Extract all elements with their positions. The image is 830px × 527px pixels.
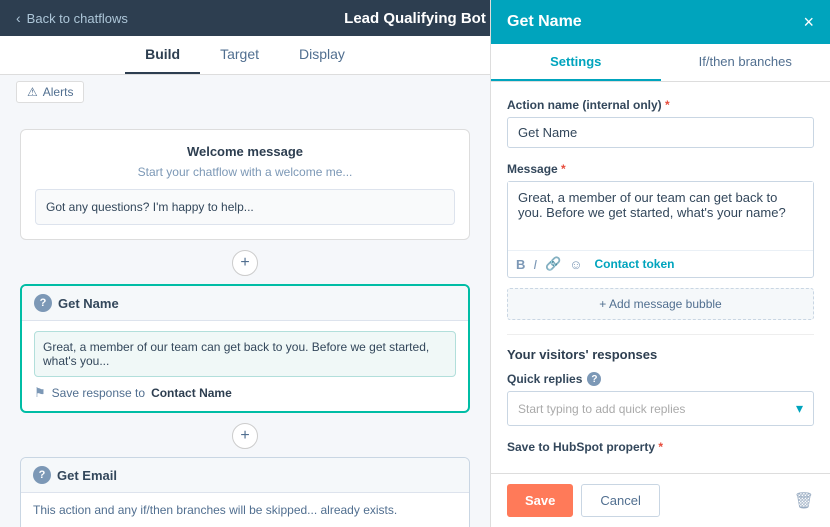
- alerts-bar: ⚠ Alerts: [0, 75, 490, 109]
- save-response-label: Save response to: [52, 386, 145, 400]
- panel-title: Get Name: [507, 13, 582, 31]
- get-email-body: This action and any if/then branches wil…: [21, 493, 469, 527]
- required-star-1: *: [665, 98, 670, 112]
- action-name-input[interactable]: [507, 117, 814, 148]
- required-star-3: *: [658, 440, 663, 454]
- add-bubble-button[interactable]: + Add message bubble: [507, 288, 814, 320]
- back-label: Back to chatflows: [27, 11, 128, 26]
- panel-body: Action name (internal only) * Message * …: [491, 82, 830, 473]
- alert-icon: ⚠: [27, 85, 38, 99]
- get-email-header: ? Get Email: [21, 458, 469, 493]
- add-step-button-2[interactable]: +: [20, 423, 470, 449]
- get-name-body: Great, a member of our team can get back…: [22, 321, 468, 411]
- save-response-row: ⚑ Save response to Contact Name: [34, 385, 456, 401]
- close-button[interactable]: ×: [803, 13, 814, 31]
- panel-header: Get Name ×: [491, 0, 830, 44]
- back-to-chatflows-button[interactable]: ‹ Back to chatflows: [16, 10, 128, 26]
- get-name-card[interactable]: ? Get Name Great, a member of our team c…: [20, 284, 470, 413]
- get-email-title: Get Email: [57, 468, 117, 483]
- visitors-responses-title: Your visitors' responses: [507, 347, 814, 362]
- link-icon[interactable]: 🔗: [545, 256, 561, 272]
- quick-replies-label: Quick replies ?: [507, 372, 814, 386]
- question-icon-2: ?: [33, 466, 51, 484]
- required-star-2: *: [561, 162, 566, 176]
- bold-icon[interactable]: B: [516, 257, 525, 272]
- tab-target[interactable]: Target: [200, 36, 279, 74]
- action-name-label: Action name (internal only) *: [507, 98, 814, 112]
- get-name-title: Get Name: [58, 296, 119, 311]
- dropdown-arrow-icon: ▾: [796, 400, 803, 417]
- panel-footer: Save Cancel 🗑: [491, 473, 830, 527]
- flag-icon: ⚑: [34, 385, 46, 401]
- message-textarea-wrapper: Great, a member of our team can get back…: [507, 181, 814, 278]
- contact-name-badge: Contact Name: [151, 386, 232, 400]
- tab-ifthen[interactable]: If/then branches: [661, 44, 830, 81]
- flow-content: Welcome message Start your chatflow with…: [0, 109, 490, 527]
- panel-tabs: Settings If/then branches: [491, 44, 830, 82]
- welcome-card[interactable]: Welcome message Start your chatflow with…: [20, 129, 470, 240]
- help-icon[interactable]: ?: [587, 372, 601, 386]
- right-panel: Get Name × Settings If/then branches Act…: [490, 0, 830, 527]
- alerts-button[interactable]: ⚠ Alerts: [16, 81, 84, 103]
- add-circle-icon-2: +: [232, 423, 258, 449]
- quick-replies-placeholder: Start typing to add quick replies: [518, 402, 685, 416]
- save-button[interactable]: Save: [507, 484, 573, 517]
- contact-token-button[interactable]: Contact token: [594, 257, 674, 271]
- get-name-message: Great, a member of our team can get back…: [34, 331, 456, 377]
- message-label: Message *: [507, 162, 814, 176]
- get-name-header: ? Get Name: [22, 286, 468, 321]
- add-step-button-1[interactable]: +: [20, 250, 470, 276]
- welcome-card-subtitle: Start your chatflow with a welcome me...: [35, 165, 455, 179]
- message-textarea[interactable]: Great, a member of our team can get back…: [508, 182, 813, 247]
- save-to-hubspot-label: Save to HubSpot property *: [507, 440, 814, 454]
- page-title: Lead Qualifying Bot: [344, 10, 486, 27]
- footer-actions: Save Cancel: [507, 484, 660, 517]
- italic-icon[interactable]: I: [533, 257, 537, 272]
- divider: [507, 334, 814, 335]
- tab-build[interactable]: Build: [125, 36, 200, 74]
- alerts-label: Alerts: [43, 85, 74, 99]
- main-tabs: Build Target Display: [0, 36, 490, 75]
- quick-replies-dropdown[interactable]: Start typing to add quick replies ▾: [507, 391, 814, 426]
- welcome-card-title: Welcome message: [35, 144, 455, 159]
- emoji-icon[interactable]: ☺: [569, 257, 582, 272]
- welcome-card-body: Got any questions? I'm happy to help...: [35, 189, 455, 225]
- cancel-button[interactable]: Cancel: [581, 484, 659, 517]
- delete-icon[interactable]: 🗑: [794, 491, 814, 511]
- message-toolbar: B I 🔗 ☺ Contact token: [508, 250, 813, 277]
- get-email-description: This action and any if/then branches wil…: [33, 503, 457, 517]
- tab-settings[interactable]: Settings: [491, 44, 661, 81]
- left-panel: Build Target Display ⚠ Alerts Welcome me…: [0, 36, 490, 527]
- question-icon: ?: [34, 294, 52, 312]
- add-circle-icon: +: [232, 250, 258, 276]
- back-arrow-icon: ‹: [16, 10, 21, 26]
- get-email-card[interactable]: ? Get Email This action and any if/then …: [20, 457, 470, 527]
- tab-display[interactable]: Display: [279, 36, 365, 74]
